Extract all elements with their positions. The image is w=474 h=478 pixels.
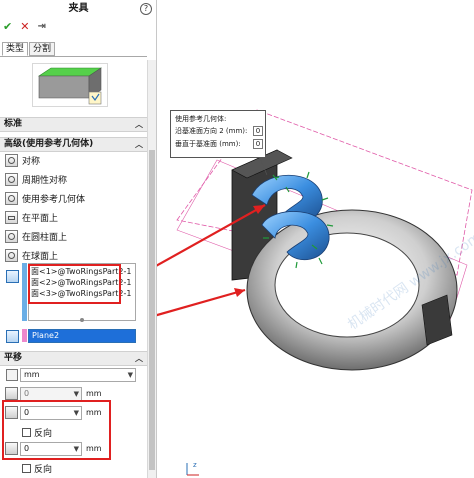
axis-z-label: z: [193, 461, 197, 469]
option-label: 在球面上: [22, 252, 59, 262]
collapse-chevron-icon[interactable]: ︿: [135, 352, 143, 365]
option-symmetry[interactable]: 对称: [5, 153, 40, 168]
option-on-spherical-face[interactable]: 在球面上: [5, 248, 58, 263]
help-icon[interactable]: ?: [140, 3, 152, 15]
chevron-down-icon: ▼: [73, 390, 79, 398]
chevron-down-icon: ▼: [127, 371, 133, 379]
flat-face-icon: [5, 211, 18, 224]
option-label: 对称: [22, 157, 41, 167]
normal-direction-input[interactable]: 0 ▼: [20, 442, 82, 456]
face-selection-icon: [6, 270, 19, 283]
option-on-flat-face[interactable]: 在平面上: [5, 210, 58, 225]
normal-direction-value: 0: [24, 444, 30, 453]
callout-row-label: 沿基准面方向 2 (mm):: [175, 127, 248, 135]
callout-row-label: 垂直于基准面 (mm):: [175, 140, 241, 148]
collapse-chevron-icon[interactable]: ︿: [135, 118, 143, 131]
pin-icon[interactable]: ⇥: [37, 20, 45, 34]
direction-1-input[interactable]: 0 ▼: [20, 387, 82, 401]
cyclic-symmetry-icon: [5, 173, 18, 186]
chevron-down-icon: ▼: [73, 409, 79, 417]
option-label: 周期性对称: [22, 176, 68, 186]
resize-dot[interactable]: [80, 318, 84, 322]
fixture-type-preview[interactable]: [32, 63, 108, 107]
tab-bar: 类型 分割: [2, 42, 56, 56]
reverse-label: 反向: [34, 464, 53, 475]
callout-title: 使用参考几何体:: [175, 115, 227, 123]
property-manager-panel: 夹具 ? ✔ ✕ ⇥ 类型 分割 标准 ︿ 高级(使用参考几何体) ︿ 对称 周…: [0, 0, 157, 478]
section-standard[interactable]: 标准 ︿: [0, 117, 147, 132]
units-icon: [6, 369, 18, 381]
cancel-x-icon[interactable]: ✕: [20, 20, 29, 34]
units-dropdown[interactable]: mm ▼: [20, 368, 136, 382]
option-label: 使用参考几何体: [22, 195, 86, 205]
direction-2-input[interactable]: 0 ▼: [20, 406, 82, 420]
checkbox-box[interactable]: [22, 463, 31, 473]
sphere-face-icon: [5, 249, 18, 262]
units-value: mm: [24, 370, 40, 379]
reverse-checkbox-1[interactable]: 反向: [22, 426, 53, 439]
panel-title: 夹具: [68, 3, 89, 14]
section-translation-label: 平移: [4, 353, 23, 363]
callout-row-direction: 沿基准面方向 2 (mm): 0: [175, 125, 263, 138]
reverse-label: 反向: [34, 428, 53, 439]
chevron-down-icon: ▼: [73, 445, 79, 453]
reference-geometry-icon: [5, 192, 18, 205]
section-translation[interactable]: 平移 ︿: [0, 351, 147, 366]
action-bar: ✔ ✕ ⇥: [3, 20, 46, 34]
callout-row-value[interactable]: 0: [253, 126, 263, 136]
tab-type[interactable]: 类型: [2, 42, 29, 56]
highlight-frame-faces: [28, 264, 121, 304]
option-label: 在圆柱面上: [22, 233, 68, 243]
axis-triad: z: [186, 461, 199, 476]
cylinder-face-icon: [5, 230, 18, 243]
option-label: 在平面上: [22, 214, 59, 224]
direction-2-unit: mm: [86, 408, 102, 417]
section-advanced-label: 高级(使用参考几何体): [4, 139, 94, 149]
option-on-cylindrical-face[interactable]: 在圆柱面上: [5, 229, 67, 244]
ok-check-icon[interactable]: ✔: [3, 20, 12, 34]
tab-split[interactable]: 分割: [29, 42, 56, 56]
direction-2-value: 0: [24, 408, 30, 417]
option-cyclic-symmetry[interactable]: 周期性对称: [5, 172, 67, 187]
tab-divider: [0, 56, 147, 57]
normal-direction-unit: mm: [86, 444, 102, 453]
section-standard-label: 标准: [4, 119, 23, 129]
model-scene: z 机械时代网 www.jx.com: [86, 109, 474, 476]
option-reference-geometry[interactable]: 使用参考几何体: [5, 191, 85, 206]
callout-row-normal: 垂直于基准面 (mm): 0: [175, 138, 263, 151]
direction-1-icon[interactable]: [5, 387, 18, 400]
pointer-arrow-plane: [86, 288, 246, 337]
fixture-preview-image: [38, 67, 102, 105]
direction-1-unit: mm: [86, 389, 102, 398]
symmetry-icon: [5, 154, 18, 167]
reverse-checkbox-2[interactable]: 反向: [22, 462, 53, 475]
collapse-chevron-icon[interactable]: ︿: [135, 138, 143, 151]
reference-geometry-callout: 使用参考几何体: 沿基准面方向 2 (mm): 0 垂直于基准面 (mm): 0: [170, 110, 266, 158]
selection-color-swatch: [22, 263, 27, 321]
reference-color-swatch: [22, 329, 27, 342]
preview-scrollbar[interactable]: [147, 60, 156, 112]
scrollbar-thumb[interactable]: [149, 150, 155, 470]
section-advanced[interactable]: 高级(使用参考几何体) ︿: [0, 137, 147, 152]
direction-1-value: 0: [24, 389, 30, 398]
graphics-viewport[interactable]: z 机械时代网 www.jx.com: [86, 0, 474, 478]
checkbox-box[interactable]: [22, 427, 31, 437]
callout-row-value[interactable]: 0: [253, 139, 263, 149]
reference-selection-field[interactable]: Plane2: [28, 329, 136, 343]
reference-plane-icon: [6, 330, 19, 343]
normal-direction-icon[interactable]: [5, 442, 18, 455]
direction-2-icon[interactable]: [5, 406, 18, 419]
